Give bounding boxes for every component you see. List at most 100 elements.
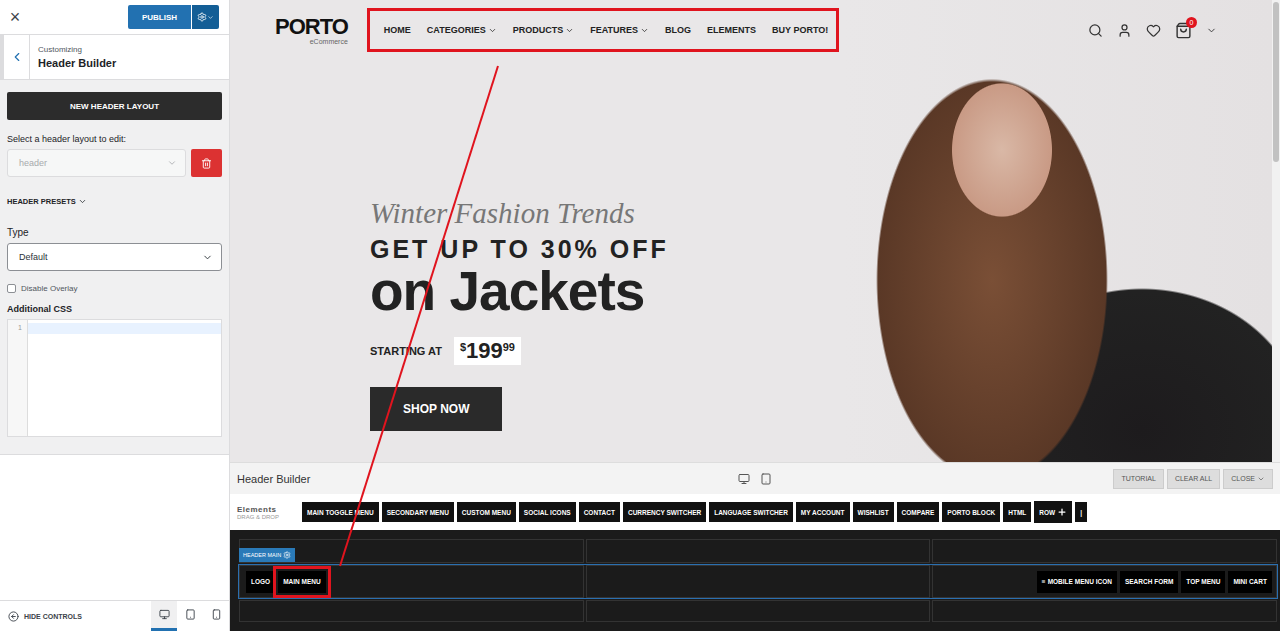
chevron-down-icon — [207, 14, 214, 21]
element-chip[interactable]: CURRENCY SWITCHER — [623, 502, 706, 522]
disable-overlay-checkbox[interactable] — [7, 284, 16, 293]
element-chip[interactable]: MY ACCOUNT — [796, 502, 850, 522]
breadcrumb: Customizing — [38, 45, 116, 54]
site-preview: PORTOeCommerce HOME CATEGORIES PRODUCTS FEAT… — [230, 0, 1280, 462]
user-icon[interactable] — [1117, 23, 1132, 38]
menu-lines-icon: ≡ — [1042, 578, 1046, 585]
desktop-icon — [159, 609, 170, 620]
menu-item[interactable]: CATEGORIES — [427, 25, 497, 35]
heart-icon[interactable] — [1146, 23, 1161, 38]
customizer-top-bar: × PUBLISH — [0, 0, 229, 35]
annotation-line — [340, 66, 498, 566]
preview-scrollbar[interactable] — [1272, 0, 1280, 462]
type-select[interactable]: Default — [7, 243, 222, 271]
logo-name: PORTO — [275, 16, 348, 38]
price-cents: 99 — [503, 341, 515, 353]
menu-item[interactable]: PRODUCTS — [513, 25, 575, 35]
builder-cell[interactable] — [239, 600, 584, 622]
chevron-down-icon — [1257, 475, 1265, 483]
plus-icon — [1057, 507, 1067, 517]
section-titles: Customizing Header Builder — [30, 35, 116, 79]
line-number: 1 — [8, 324, 22, 331]
site-logo[interactable]: PORTOeCommerce — [275, 16, 348, 45]
builder-item[interactable]: LOGO — [246, 571, 275, 593]
hero-kicker: Winter Fashion Trends — [370, 198, 635, 230]
trash-icon — [201, 158, 212, 169]
editor-lines — [28, 320, 221, 436]
site-header: PORTOeCommerce HOME CATEGORIES PRODUCTS FEAT… — [230, 0, 1272, 60]
publish-button[interactable]: PUBLISH — [128, 5, 191, 29]
hide-controls-button[interactable]: HIDE CONTROLS — [8, 601, 82, 631]
element-chip[interactable]: WISHLIST — [853, 502, 894, 522]
hero-title: on Jackets — [370, 263, 644, 321]
builder-cell[interactable]: LOGOMAIN MENU — [239, 565, 584, 598]
builder-cell[interactable] — [586, 600, 931, 622]
section-title: Header Builder — [38, 57, 116, 69]
chevron-down-icon[interactable] — [1206, 25, 1217, 36]
scroll-thumb[interactable] — [1273, 2, 1279, 162]
add-row-button[interactable]: ROW — [1034, 501, 1072, 523]
builder-cell[interactable] — [932, 539, 1277, 563]
element-chip[interactable]: SECONDARY MENU — [382, 502, 454, 522]
search-icon[interactable] — [1088, 23, 1103, 38]
shop-now-button[interactable]: SHOP NOW — [370, 387, 502, 431]
builder-canvas: HEADER MAIN LOGOMAIN MENU ≡MOBILE MENU ICO… — [230, 530, 1280, 631]
element-chip[interactable]: COMPARE — [897, 502, 940, 522]
css-editor[interactable]: 1 — [7, 319, 222, 437]
layout-select[interactable]: header — [7, 149, 186, 177]
device-button[interactable] — [203, 601, 229, 631]
disable-overlay-row[interactable]: Disable Overlay — [7, 284, 222, 293]
builder-devices — [738, 473, 772, 485]
builder-item[interactable]: SEARCH FORM — [1120, 571, 1178, 593]
chevron-down-icon — [167, 158, 177, 168]
menu-item[interactable]: BLOG — [665, 25, 691, 35]
price-label: STARTING AT — [370, 345, 442, 357]
builder-action-button[interactable]: CLOSE — [1223, 469, 1273, 489]
element-chip[interactable]: SOCIAL ICONS — [519, 502, 576, 522]
menu-item[interactable]: FEATURES — [590, 25, 649, 35]
gear-icon[interactable] — [283, 551, 291, 559]
mobile-icon — [211, 609, 222, 620]
builder-action-button[interactable]: CLEAR ALL — [1167, 469, 1220, 489]
delete-layout-button[interactable] — [191, 149, 222, 177]
price-amount: 199 — [466, 339, 503, 363]
element-chip[interactable]: HTML — [1003, 502, 1031, 522]
builder-item[interactable]: MINI CART — [1228, 571, 1272, 593]
menu-item[interactable]: BUY PORTO! — [772, 25, 828, 35]
element-chip[interactable]: LANGUAGE SWITCHER — [709, 502, 793, 522]
close-button[interactable]: × — [0, 8, 30, 26]
tablet-icon[interactable] — [760, 473, 772, 485]
new-layout-button[interactable]: NEW HEADER LAYOUT — [7, 92, 222, 120]
sidebar-fill — [0, 455, 229, 600]
builder-cell[interactable] — [586, 565, 931, 598]
builder-cell[interactable] — [586, 539, 931, 563]
builder-cell[interactable] — [932, 600, 1277, 622]
element-chip[interactable]: MAIN TOGGLE MENU — [302, 502, 379, 522]
publish-group: PUBLISH — [128, 5, 219, 29]
publish-settings-button[interactable] — [191, 5, 219, 29]
element-chip[interactable]: CONTACT — [579, 502, 620, 522]
back-button[interactable] — [0, 35, 30, 79]
builder-item[interactable]: MAIN MENU — [278, 571, 326, 593]
price-currency: $ — [460, 341, 466, 353]
builder-cell[interactable]: ≡MOBILE MENU ICONSEARCH FORMTOP MENUMINI… — [932, 565, 1277, 598]
element-chip[interactable]: CUSTOM MENU — [457, 502, 516, 522]
builder-item[interactable]: TOP MENU — [1181, 571, 1225, 593]
chevron-down-icon — [488, 26, 497, 35]
builder-action-button[interactable]: TUTORIAL — [1113, 469, 1164, 489]
chevron-down-icon — [202, 252, 213, 263]
device-button[interactable] — [177, 601, 203, 631]
element-chip[interactable]: PORTO BLOCK — [942, 502, 1000, 522]
row-tag[interactable]: HEADER MAIN — [239, 548, 295, 562]
divider-chip[interactable]: | — [1075, 502, 1087, 522]
desktop-icon[interactable] — [738, 473, 750, 485]
presets-toggle[interactable]: HEADER PRESETS — [7, 197, 222, 206]
menu-item[interactable]: ELEMENTS — [707, 25, 756, 35]
price-row: STARTING AT $19999 — [370, 337, 521, 365]
price-box: $19999 — [454, 337, 521, 365]
logo-tagline: eCommerce — [310, 38, 348, 45]
mini-cart[interactable]: 0 — [1175, 22, 1192, 39]
builder-item[interactable]: ≡MOBILE MENU ICON — [1037, 571, 1117, 593]
menu-item[interactable]: HOME — [384, 25, 411, 35]
device-button[interactable] — [151, 601, 177, 631]
